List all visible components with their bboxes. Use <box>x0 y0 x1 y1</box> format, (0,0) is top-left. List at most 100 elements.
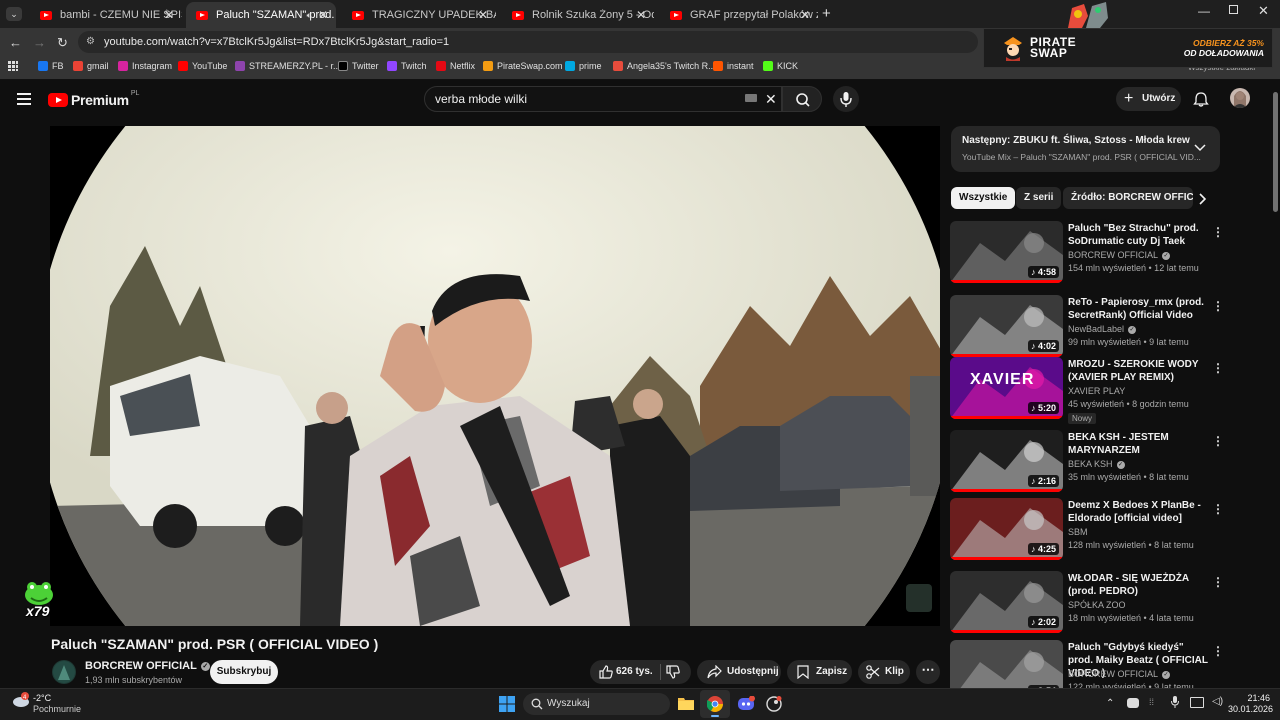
recommended-video[interactable]: ♪ 4:25 Deemz X Bedoes X PlanBe - Eldorado… <box>950 498 1224 562</box>
tab-close-icon[interactable]: ✕ <box>164 8 174 22</box>
video-player[interactable] <box>50 126 940 626</box>
channel-name[interactable]: NewBadLabel ✓ <box>1068 324 1137 334</box>
video-thumbnail[interactable]: ♪ 2:02 <box>950 571 1063 633</box>
tray-microphone-icon[interactable] <box>1171 696 1179 708</box>
file-explorer-icon[interactable] <box>678 696 694 710</box>
video-thumbnail[interactable]: XAVIER ♪ 5:20 <box>950 357 1063 419</box>
bookmark-item[interactable]: Netflix <box>436 61 475 71</box>
save-button[interactable]: Zapisz <box>787 660 852 684</box>
chips-next-arrow-icon[interactable] <box>1199 193 1207 205</box>
search-button[interactable] <box>782 86 822 112</box>
video-thumbnail[interactable]: ♪ 2:16 <box>950 430 1063 492</box>
account-avatar[interactable] <box>1230 88 1250 108</box>
bookmark-item[interactable]: FB <box>38 61 64 71</box>
channel-name[interactable]: BEKA KSH ✓ <box>1068 459 1125 469</box>
notifications-bell-icon[interactable] <box>1193 91 1209 107</box>
video-thumbnail[interactable]: ♪ 4:25 <box>950 498 1063 560</box>
tray-clock[interactable]: 21:46 30.01.2026 <box>1228 693 1273 715</box>
channel-name[interactable]: SPÓŁKA ZOO <box>1068 600 1126 610</box>
voice-search-button[interactable] <box>833 86 859 112</box>
tray-app-icon[interactable]: ⁞⁞ <box>1149 697 1154 707</box>
more-options-icon[interactable]: ⋮ <box>1212 644 1224 658</box>
chrome-taskbar-button[interactable] <box>700 690 730 718</box>
tray-discord-icon[interactable] <box>1127 698 1139 708</box>
tab-audio-icon[interactable]: 🔈︎ <box>307 10 312 21</box>
clip-button[interactable]: Klip <box>858 660 910 684</box>
chevron-down-icon[interactable] <box>1194 144 1206 152</box>
browser-tab[interactable]: Paluch "SZAMAN" prod. PS🔈︎✕ <box>186 2 336 28</box>
tab-close-icon[interactable]: ✕ <box>800 8 810 22</box>
filter-chip[interactable]: Z serii <box>1016 187 1062 209</box>
bookmark-item[interactable]: prime <box>565 61 602 71</box>
filter-chip[interactable]: Wszystkie <box>951 187 1016 209</box>
steam-icon[interactable] <box>766 696 782 712</box>
youtube-premium-logo[interactable]: Premium PL <box>48 90 139 108</box>
bookmark-item[interactable]: Twitter <box>338 61 379 71</box>
clear-search-icon[interactable]: ✕ <box>765 87 777 111</box>
channel-watermark-icon[interactable] <box>906 584 932 612</box>
filter-chip[interactable]: Źródło: BORCREW OFFICIA <box>1063 187 1193 209</box>
video-title[interactable]: BEKA KSH - JESTEM MARYNARZEM <box>1068 431 1208 457</box>
bookmark-item[interactable]: PirateSwap.com <box>483 61 563 71</box>
up-next-panel[interactable]: Następny: ZBUKU ft. Śliwa, Sztoss - Młod… <box>951 126 1220 172</box>
address-bar[interactable]: ⚙ youtube.com/watch?v=x7BtclKr5Jg&list=R… <box>78 31 978 53</box>
channel-name[interactable]: SBM <box>1068 527 1088 537</box>
video-thumbnail[interactable]: ♪ 4:58 <box>950 221 1063 283</box>
more-actions-button[interactable]: ⋯ <box>916 660 940 684</box>
tab-search-chevron-icon[interactable]: ⌄ <box>6 7 22 21</box>
channel-name[interactable]: XAVIER PLAY <box>1068 386 1125 396</box>
tray-volume-icon[interactable]: ◁) <box>1212 696 1223 707</box>
dislike-button[interactable] <box>666 665 680 679</box>
browser-tab[interactable]: GRAF przepytał Polaków z MAF✕ <box>660 4 818 26</box>
create-button[interactable]: + Utwórz <box>1116 87 1181 111</box>
bookmark-item[interactable]: gmail <box>73 61 109 71</box>
browser-tab[interactable]: TRAGICZNY UPADEK BARTKA -✕ <box>342 4 496 26</box>
search-input[interactable]: verba młode wilki ✕ <box>424 86 782 112</box>
video-title[interactable]: Paluch "Bez Strachu" prod. SoDrumatic cu… <box>1068 222 1208 248</box>
forward-arrow-icon[interactable]: → <box>33 35 46 50</box>
scrollbar-thumb[interactable] <box>1273 92 1278 212</box>
pirateswap-ad-banner[interactable]: PIRATE SWAP ODBIERZ AŻ 35% OD DOŁADOWANI… <box>983 28 1273 68</box>
more-options-icon[interactable]: ⋮ <box>1212 299 1224 313</box>
back-arrow-icon[interactable]: ← <box>9 35 22 50</box>
tab-close-icon[interactable]: ✕ <box>318 8 328 22</box>
site-info-icon[interactable]: ⚙ <box>86 31 95 53</box>
windows-start-icon[interactable] <box>499 696 515 712</box>
reload-icon[interactable]: ↻ <box>57 35 68 51</box>
more-options-icon[interactable]: ⋮ <box>1212 575 1224 589</box>
discord-icon[interactable] <box>737 696 755 712</box>
channel-avatar[interactable] <box>52 660 76 684</box>
more-options-icon[interactable]: ⋮ <box>1212 502 1224 516</box>
recommended-video[interactable]: ♪ 4:58 Paluch "Bez Strachu" prod. SoDruma… <box>950 221 1224 285</box>
tray-network-icon[interactable] <box>1190 697 1204 708</box>
browser-tab[interactable]: bambi - CZEMU NIE ŚPISZ? (De✕ <box>30 4 182 26</box>
bookmark-item[interactable]: Angela35's Twitch R... <box>613 61 716 71</box>
recommended-video[interactable]: ♪ 4:02 ReTo - Papierosy_rmx (prod. Secret… <box>950 295 1224 359</box>
page-scrollbar[interactable] <box>1271 82 1280 688</box>
minimize-window-icon[interactable]: — <box>1198 4 1210 18</box>
new-tab-button[interactable]: + <box>822 5 831 22</box>
more-options-icon[interactable]: ⋮ <box>1212 434 1224 448</box>
recommended-video[interactable]: ♪ 2:02 WŁODAR - SIĘ WJEŻDŻA (prod. PEDRO)… <box>950 571 1224 635</box>
video-title[interactable]: ReTo - Papierosy_rmx (prod. SecretRank) … <box>1068 296 1208 322</box>
more-options-icon[interactable]: ⋮ <box>1212 361 1224 375</box>
video-title[interactable]: Deemz X Bedoes X PlanBe - Eldorado [offi… <box>1068 499 1208 525</box>
restore-window-icon[interactable] <box>1229 5 1238 14</box>
bookmark-item[interactable]: YouTube <box>178 61 227 71</box>
bookmark-item[interactable]: Twitch <box>387 61 427 71</box>
channel-name-link[interactable]: BORCREW OFFICIAL ✓ <box>85 660 210 672</box>
more-options-icon[interactable]: ⋮ <box>1212 225 1224 239</box>
channel-name[interactable]: BORCREW OFFICIAL ✓ <box>1068 669 1171 679</box>
apps-grid-icon[interactable] <box>8 61 18 71</box>
bookmark-item[interactable]: instant <box>713 61 754 71</box>
weather-cloud-icon[interactable]: 4 <box>12 692 30 708</box>
bookmark-item[interactable]: Instagram <box>118 61 172 71</box>
subscribe-button[interactable]: Subskrybuj <box>210 660 278 684</box>
tab-close-icon[interactable]: ✕ <box>636 8 646 22</box>
keyboard-icon[interactable] <box>745 94 757 102</box>
bookmark-item[interactable]: STREAMERZY.PL - r... <box>235 61 341 71</box>
video-thumbnail[interactable]: ♪ 4:02 <box>950 295 1063 357</box>
close-window-icon[interactable]: ✕ <box>1258 3 1269 19</box>
bookmark-item[interactable]: KICK <box>763 61 798 71</box>
recommended-video[interactable]: XAVIER ♪ 5:20 MROZU - SZEROKIE WODY (XAVIE… <box>950 357 1224 424</box>
